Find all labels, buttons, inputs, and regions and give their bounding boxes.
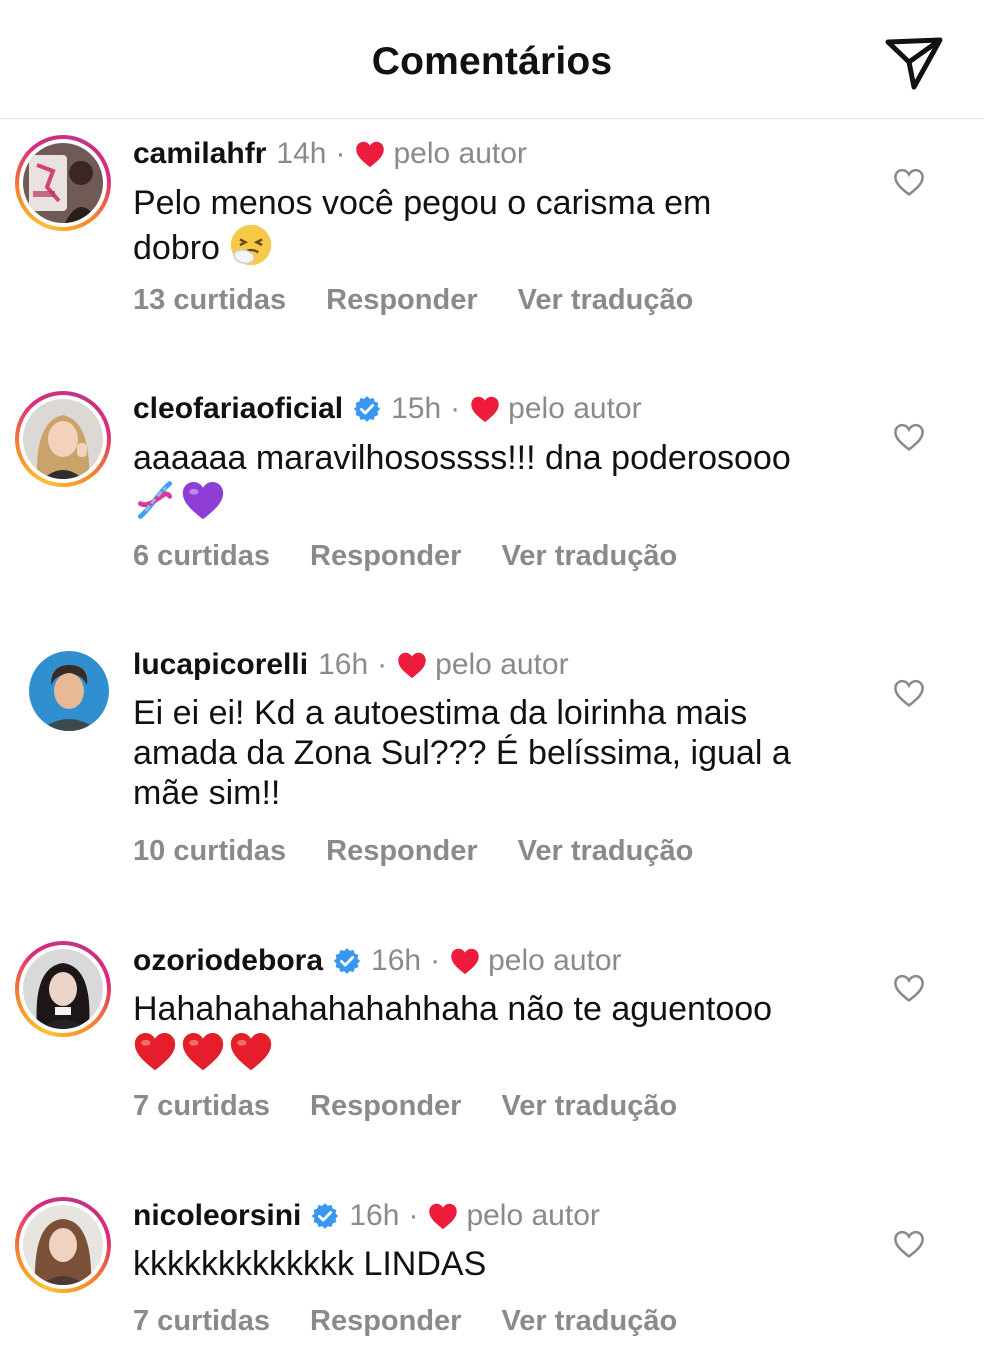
comment-time: 16h [371, 944, 422, 977]
like-heart-icon[interactable] [893, 678, 925, 708]
separator-dot: · [430, 944, 441, 977]
avatar [23, 143, 103, 223]
like-heart-icon[interactable] [893, 1229, 925, 1259]
verified-badge-icon [333, 947, 361, 975]
avatar-story-ring[interactable] [15, 391, 111, 487]
avatar-container[interactable] [15, 637, 111, 733]
avatar-story-ring[interactable] [15, 135, 111, 231]
avatar [23, 949, 103, 1029]
comment-username[interactable]: ozoriodebora [133, 943, 323, 979]
comment-text-line: dobro [133, 229, 220, 267]
likes-count[interactable]: 7 curtidas [133, 1305, 270, 1337]
likes-count[interactable]: 13 curtidas [133, 284, 286, 316]
comment-username[interactable]: cleofariaoficial [133, 391, 343, 427]
reply-button[interactable]: Responder [326, 835, 477, 867]
separator-dot: · [408, 1199, 419, 1232]
like-heart-icon[interactable] [893, 422, 925, 452]
see-translation-button[interactable]: Ver tradução [501, 1090, 677, 1122]
comment-text-line: amada da Zona Sul??? É belíssima, igual … [133, 734, 791, 772]
liked-by-author-label: pelo autor [488, 944, 622, 977]
comment-emojis [133, 1029, 833, 1074]
comment-text-line: Ei ei ei! Kd a autoestima da loirinha ma… [133, 694, 748, 732]
avatar [23, 1205, 103, 1285]
author-liked-heart-icon [450, 947, 480, 975]
comment-username[interactable]: nicoleorsini [133, 1198, 301, 1234]
comment-username[interactable]: lucapicorelli [133, 647, 308, 683]
liked-by-author-label: pelo autor [393, 137, 527, 170]
like-heart-icon[interactable] [893, 167, 925, 197]
like-heart-icon[interactable] [893, 973, 925, 1003]
author-liked-heart-icon [397, 651, 427, 679]
separator-dot: · [335, 137, 346, 170]
likes-count[interactable]: 10 curtidas [133, 835, 286, 867]
comment-text: Pelo menos você pegou o carisma em dobro [133, 183, 833, 268]
liked-by-author-label: pelo autor [508, 392, 642, 425]
avatar [23, 399, 103, 479]
comment-text: aaaaaa maravilhosossss!!! dna poderosooo [133, 438, 833, 523]
see-translation-button[interactable]: Ver tradução [518, 835, 694, 867]
comment-text-line-2: dobro [133, 223, 833, 268]
comment-time: 16h [349, 1199, 400, 1232]
verified-badge-icon [353, 395, 381, 423]
page-title: Comentários [371, 40, 613, 83]
red-heart-emoji [181, 1029, 225, 1073]
comment-text: kkkkkkkkkkkkk LINDAS [133, 1244, 833, 1284]
avatar-story-ring[interactable] [15, 941, 111, 1037]
comment-username[interactable]: camilahfr [133, 136, 266, 172]
separator-dot: · [377, 648, 388, 681]
dna-emoji [133, 478, 177, 522]
reply-button[interactable]: Responder [310, 1305, 461, 1337]
comment-text-line: mãe sim!! [133, 774, 281, 812]
reply-button[interactable]: Responder [310, 540, 461, 572]
purple-heart-emoji [181, 478, 225, 522]
avatar-story-ring[interactable] [15, 1197, 111, 1293]
sneezing-face-emoji [229, 223, 273, 267]
see-translation-button[interactable]: Ver tradução [518, 284, 694, 316]
comment-text-line: aaaaaa maravilhosossss!!! dna poderosooo [133, 439, 791, 477]
liked-by-author-label: pelo autor [466, 1199, 600, 1232]
see-translation-button[interactable]: Ver tradução [501, 540, 677, 572]
reply-button[interactable]: Responder [310, 1090, 461, 1122]
reply-button[interactable]: Responder [326, 284, 477, 316]
verified-badge-icon [311, 1202, 339, 1230]
comment-time: 16h [318, 648, 369, 681]
red-heart-emoji [229, 1029, 273, 1073]
liked-by-author-label: pelo autor [435, 648, 569, 681]
author-liked-heart-icon [355, 140, 385, 168]
author-liked-heart-icon [470, 395, 500, 423]
likes-count[interactable]: 6 curtidas [133, 540, 270, 572]
paper-plane-icon[interactable] [883, 34, 945, 92]
comment-text-line: Hahahahahahahahhaha não te aguentooo [133, 990, 773, 1028]
avatar [29, 651, 109, 731]
comment-time: 14h [276, 137, 327, 170]
comment-text-line: Pelo menos você pegou o carisma em [133, 184, 712, 222]
comment-text-line: kkkkkkkkkkkkk LINDAS [133, 1245, 487, 1283]
see-translation-button[interactable]: Ver tradução [501, 1305, 677, 1337]
comment-time: 15h [391, 392, 442, 425]
separator-dot: · [450, 392, 461, 425]
comment-text: Hahahahahahahahhaha não te aguentooo [133, 989, 833, 1074]
red-heart-emoji [133, 1029, 177, 1073]
author-liked-heart-icon [428, 1202, 458, 1230]
comment-text: Ei ei ei! Kd a autoestima da loirinha ma… [133, 693, 833, 813]
likes-count[interactable]: 7 curtidas [133, 1090, 270, 1122]
comments-header: Comentários [0, 0, 984, 119]
comment-emojis [133, 478, 833, 523]
